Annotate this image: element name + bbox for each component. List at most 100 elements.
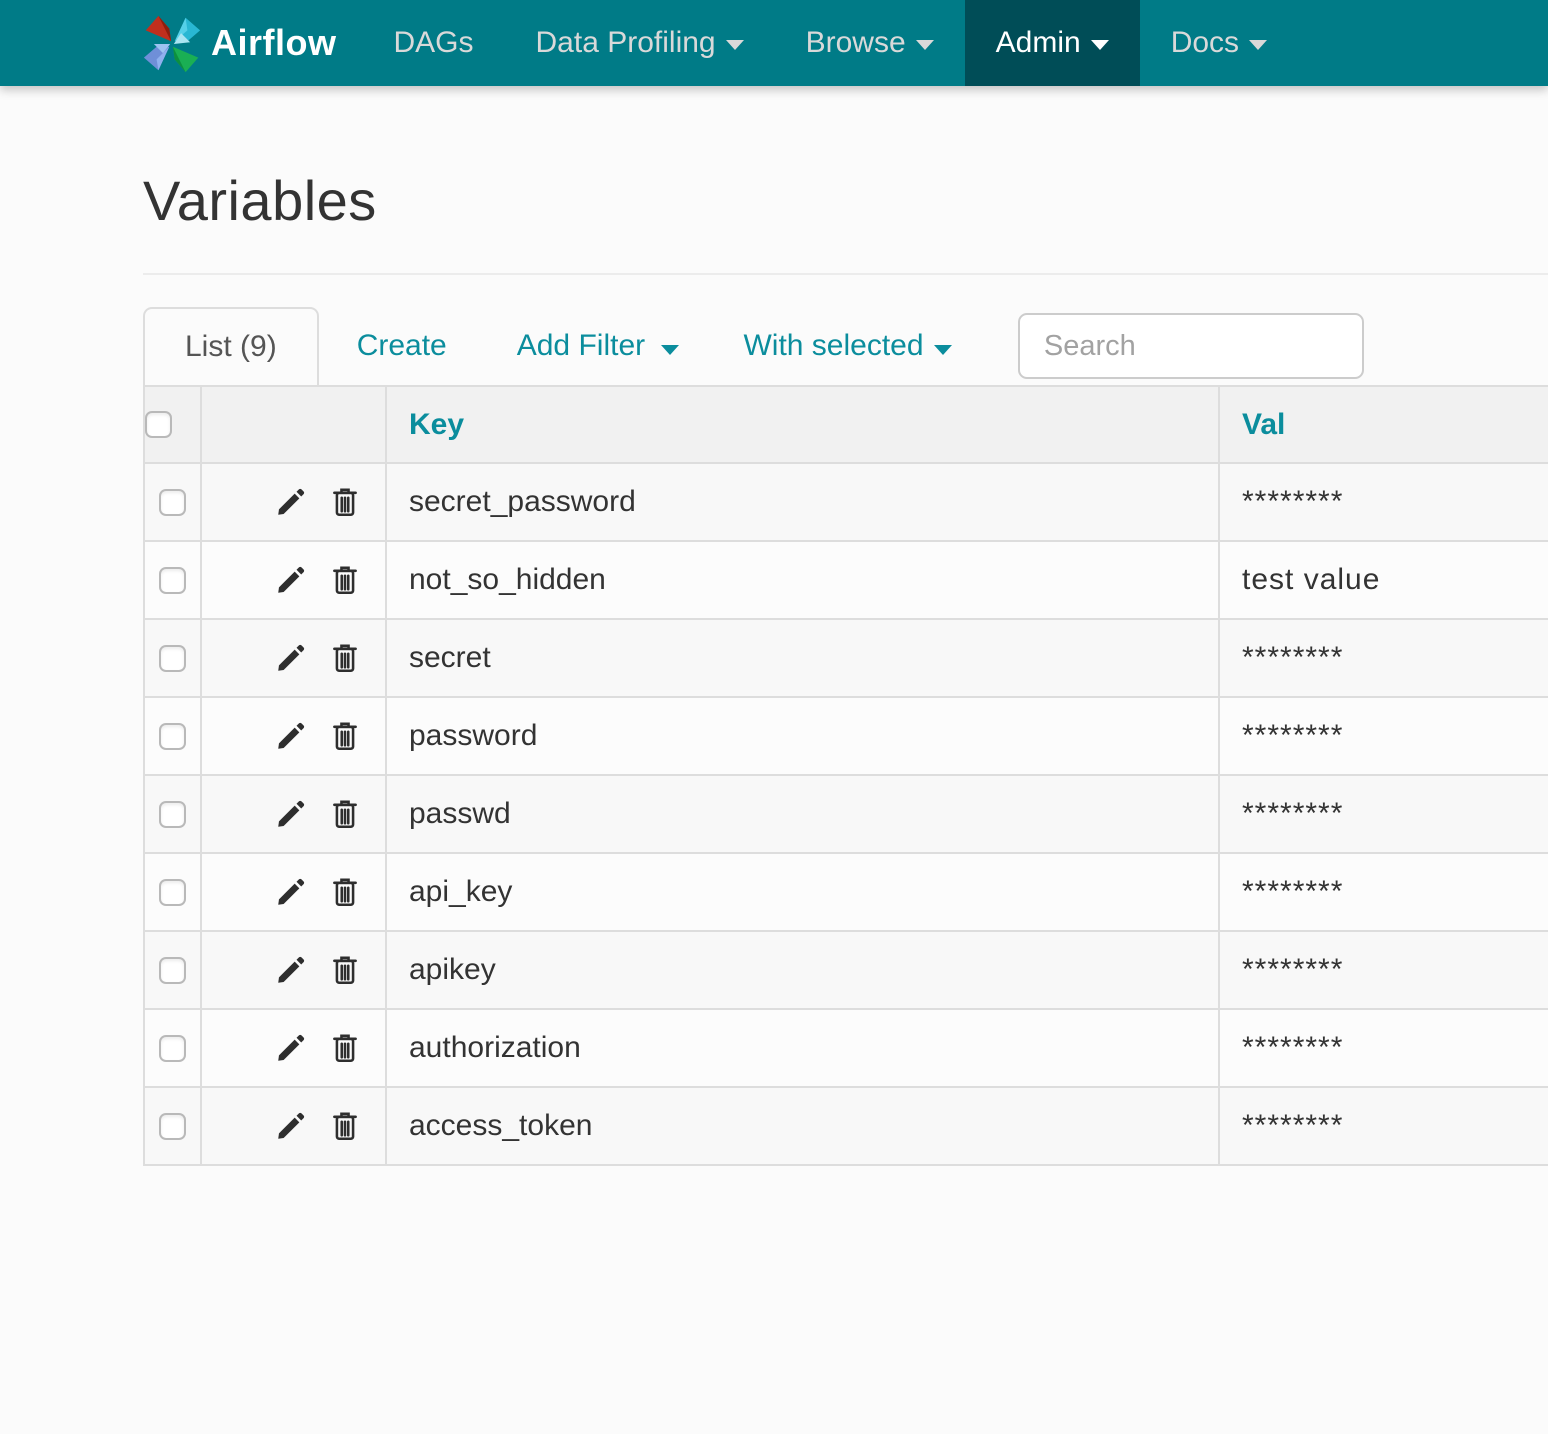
delete-trash-icon[interactable] bbox=[328, 719, 362, 753]
row-checkbox-cell bbox=[144, 931, 201, 1009]
delete-trash-icon[interactable] bbox=[328, 563, 362, 597]
row-checkbox[interactable] bbox=[159, 489, 186, 516]
edit-pencil-icon[interactable] bbox=[274, 641, 308, 675]
edit-pencil-icon[interactable] bbox=[274, 563, 308, 597]
chevron-down-icon bbox=[726, 40, 744, 50]
row-checkbox-cell bbox=[144, 619, 201, 697]
edit-pencil-icon[interactable] bbox=[274, 797, 308, 831]
brand-title: Airflow bbox=[211, 22, 337, 64]
with-selected-link[interactable]: With selected bbox=[743, 329, 951, 363]
row-actions-cell bbox=[201, 775, 386, 853]
tab-list[interactable]: List (9) bbox=[143, 307, 319, 385]
chevron-down-icon bbox=[1091, 40, 1109, 50]
nav-label: Docs bbox=[1171, 26, 1239, 60]
variable-value: ******** bbox=[1219, 931, 1548, 1009]
edit-pencil-icon[interactable] bbox=[274, 875, 308, 909]
row-actions-cell bbox=[201, 1087, 386, 1165]
chevron-down-icon bbox=[1249, 40, 1267, 50]
chevron-down-icon bbox=[934, 345, 952, 355]
column-header-val[interactable]: Val bbox=[1219, 386, 1548, 463]
row-actions-cell bbox=[201, 463, 386, 541]
delete-trash-icon[interactable] bbox=[328, 875, 362, 909]
nav-label: DAGs bbox=[394, 26, 474, 60]
column-header-key[interactable]: Key bbox=[386, 386, 1219, 463]
create-link[interactable]: Create bbox=[357, 329, 447, 363]
table-row: access_token ******** bbox=[144, 1087, 1548, 1165]
with-selected-label: With selected bbox=[743, 329, 923, 362]
nav-label: Browse bbox=[806, 26, 906, 60]
nav-item-dags[interactable]: DAGs bbox=[363, 0, 505, 86]
row-checkbox[interactable] bbox=[159, 723, 186, 750]
nav-item-data-profiling[interactable]: Data Profiling bbox=[505, 0, 775, 86]
search-input[interactable] bbox=[1018, 313, 1364, 379]
variable-key: secret_password bbox=[386, 463, 1219, 541]
add-filter-label: Add Filter bbox=[517, 329, 645, 362]
nav-label: Admin bbox=[996, 26, 1081, 60]
row-checkbox[interactable] bbox=[159, 645, 186, 672]
nav-label: Data Profiling bbox=[536, 26, 716, 60]
edit-pencil-icon[interactable] bbox=[274, 1031, 308, 1065]
row-actions-cell bbox=[201, 1009, 386, 1087]
delete-trash-icon[interactable] bbox=[328, 1109, 362, 1143]
nav-item-browse[interactable]: Browse bbox=[775, 0, 965, 86]
delete-trash-icon[interactable] bbox=[328, 953, 362, 987]
table-row: password ******** bbox=[144, 697, 1548, 775]
row-checkbox[interactable] bbox=[159, 801, 186, 828]
table-row: apikey ******** bbox=[144, 931, 1548, 1009]
delete-trash-icon[interactable] bbox=[328, 1031, 362, 1065]
header-actions-cell bbox=[201, 386, 386, 463]
table-row: passwd ******** bbox=[144, 775, 1548, 853]
table-body: secret_password ******** bbox=[144, 463, 1548, 1165]
row-checkbox-cell bbox=[144, 1009, 201, 1087]
row-checkbox-cell bbox=[144, 541, 201, 619]
nav-item-docs[interactable]: Docs bbox=[1140, 0, 1298, 86]
row-checkbox[interactable] bbox=[159, 1113, 186, 1140]
variable-value: ******** bbox=[1219, 697, 1548, 775]
header-checkbox-cell bbox=[144, 386, 201, 463]
table-row: authorization ******** bbox=[144, 1009, 1548, 1087]
row-actions-cell bbox=[201, 931, 386, 1009]
variables-table: Key Val bbox=[143, 385, 1548, 1166]
table-row: api_key ******** bbox=[144, 853, 1548, 931]
delete-trash-icon[interactable] bbox=[328, 797, 362, 831]
toolbar: List (9) Create Add Filter With selected bbox=[143, 307, 1548, 385]
top-navbar: Airflow DAGs Data Profiling Browse Admin… bbox=[0, 0, 1548, 86]
navbar-menu: DAGs Data Profiling Browse Admin Docs bbox=[363, 0, 1299, 86]
row-checkbox[interactable] bbox=[159, 957, 186, 984]
delete-trash-icon[interactable] bbox=[328, 641, 362, 675]
row-checkbox[interactable] bbox=[159, 1035, 186, 1062]
add-filter-link[interactable]: Add Filter bbox=[517, 329, 680, 363]
variable-value: ******** bbox=[1219, 1009, 1548, 1087]
row-checkbox[interactable] bbox=[159, 567, 186, 594]
row-checkbox[interactable] bbox=[159, 879, 186, 906]
variable-key: not_so_hidden bbox=[386, 541, 1219, 619]
table-row: secret_password ******** bbox=[144, 463, 1548, 541]
edit-pencil-icon[interactable] bbox=[274, 719, 308, 753]
variable-value: ******** bbox=[1219, 853, 1548, 931]
variable-key: api_key bbox=[386, 853, 1219, 931]
delete-trash-icon[interactable] bbox=[328, 485, 362, 519]
chevron-down-icon bbox=[916, 40, 934, 50]
chevron-down-icon bbox=[661, 345, 679, 355]
row-checkbox-cell bbox=[144, 1087, 201, 1165]
row-actions-cell bbox=[201, 541, 386, 619]
variable-key: passwd bbox=[386, 775, 1219, 853]
table-row: secret ******** bbox=[144, 619, 1548, 697]
edit-pencil-icon[interactable] bbox=[274, 485, 308, 519]
variable-value: ******** bbox=[1219, 775, 1548, 853]
row-actions-cell bbox=[201, 697, 386, 775]
page-title: Variables bbox=[143, 168, 1548, 233]
variable-value: ******** bbox=[1219, 1087, 1548, 1165]
variable-value: test value bbox=[1219, 541, 1548, 619]
airflow-pinwheel-icon bbox=[143, 15, 201, 73]
airflow-brand[interactable]: Airflow bbox=[0, 0, 363, 86]
main-content: Variables List (9) Create Add Filter Wit… bbox=[0, 168, 1548, 1166]
select-all-checkbox[interactable] bbox=[145, 411, 172, 438]
edit-pencil-icon[interactable] bbox=[274, 953, 308, 987]
edit-pencil-icon[interactable] bbox=[274, 1109, 308, 1143]
variable-value: ******** bbox=[1219, 463, 1548, 541]
variable-key: secret bbox=[386, 619, 1219, 697]
row-checkbox-cell bbox=[144, 775, 201, 853]
row-checkbox-cell bbox=[144, 463, 201, 541]
nav-item-admin[interactable]: Admin bbox=[965, 0, 1140, 86]
